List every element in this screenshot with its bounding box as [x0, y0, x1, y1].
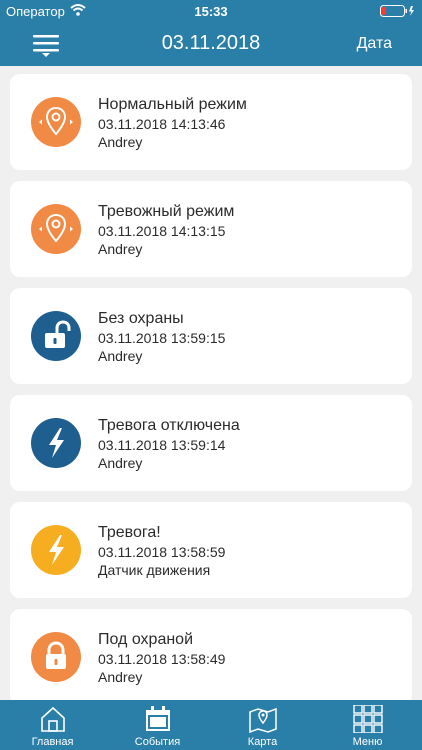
tab-events[interactable]: События: [105, 700, 210, 750]
event-time: 03.11.2018 13:59:15: [98, 330, 226, 346]
list-item[interactable]: Нормальный режим 03.11.2018 14:13:46 And…: [10, 74, 412, 170]
event-user: Датчик движения: [98, 562, 211, 578]
list-item[interactable]: Тревога! 03.11.2018 13:58:59 Датчик движ…: [10, 502, 412, 598]
tab-bar: Главная События Карта Меню: [0, 700, 422, 750]
event-title: Без охраны: [98, 310, 184, 327]
event-title: Под охраной: [98, 631, 194, 648]
event-title: Тревога отключена: [98, 417, 240, 434]
lightning-icon: [31, 525, 81, 575]
tab-label: Меню: [352, 736, 383, 748]
status-time: 15:33: [194, 4, 228, 19]
tab-label: События: [134, 736, 181, 748]
map-icon: [248, 705, 278, 734]
event-time: 03.11.2018 14:13:15: [98, 223, 226, 239]
tab-home[interactable]: Главная: [0, 700, 105, 750]
event-user: Andrey: [98, 455, 143, 471]
list-item[interactable]: Тревожный режим 03.11.2018 14:13:15 Andr…: [10, 181, 412, 277]
event-user: Andrey: [98, 134, 143, 150]
list-item[interactable]: Тревога отключена 03.11.2018 13:59:14 An…: [10, 395, 412, 491]
grid-menu-icon: [353, 704, 383, 734]
top-bar: Оператор 15:33 03.11.2018 Дата: [0, 0, 422, 66]
unlocked-padlock-icon: [31, 311, 81, 361]
event-time: 03.11.2018 13:59:14: [98, 437, 226, 453]
tab-menu[interactable]: Меню: [315, 700, 420, 750]
list-item[interactable]: Под охраной 03.11.2018 13:58:49 Andrey: [10, 609, 412, 700]
event-title: Тревожный режим: [98, 203, 235, 220]
event-user: Andrey: [98, 669, 143, 685]
location-pin-icon: [31, 97, 81, 147]
event-user: Andrey: [98, 348, 143, 364]
event-time: 03.11.2018 14:13:46: [98, 116, 226, 132]
event-time: 03.11.2018 13:58:59: [98, 544, 226, 560]
location-pin-icon: [31, 204, 81, 254]
nav-bar: 03.11.2018 Дата: [0, 22, 422, 66]
list-item[interactable]: Без охраны 03.11.2018 13:59:15 Andrey: [10, 288, 412, 384]
tab-label: Карта: [247, 736, 278, 748]
event-list: Нормальный режим 03.11.2018 14:13:46 And…: [0, 66, 422, 700]
locked-padlock-icon: [31, 632, 81, 682]
date-button[interactable]: Дата: [357, 35, 392, 53]
event-title: Тревога!: [98, 524, 161, 541]
event-time: 03.11.2018 13:58:49: [98, 651, 226, 667]
event-title: Нормальный режим: [98, 96, 247, 113]
calendar-icon: [143, 705, 173, 733]
battery-icon: [380, 5, 416, 17]
tab-label: Главная: [31, 736, 74, 748]
lightning-icon: [31, 418, 81, 468]
status-bar: Оператор 15:33: [0, 0, 422, 22]
home-icon: [38, 705, 68, 733]
event-user: Andrey: [98, 241, 143, 257]
tab-map[interactable]: Карта: [210, 700, 315, 750]
